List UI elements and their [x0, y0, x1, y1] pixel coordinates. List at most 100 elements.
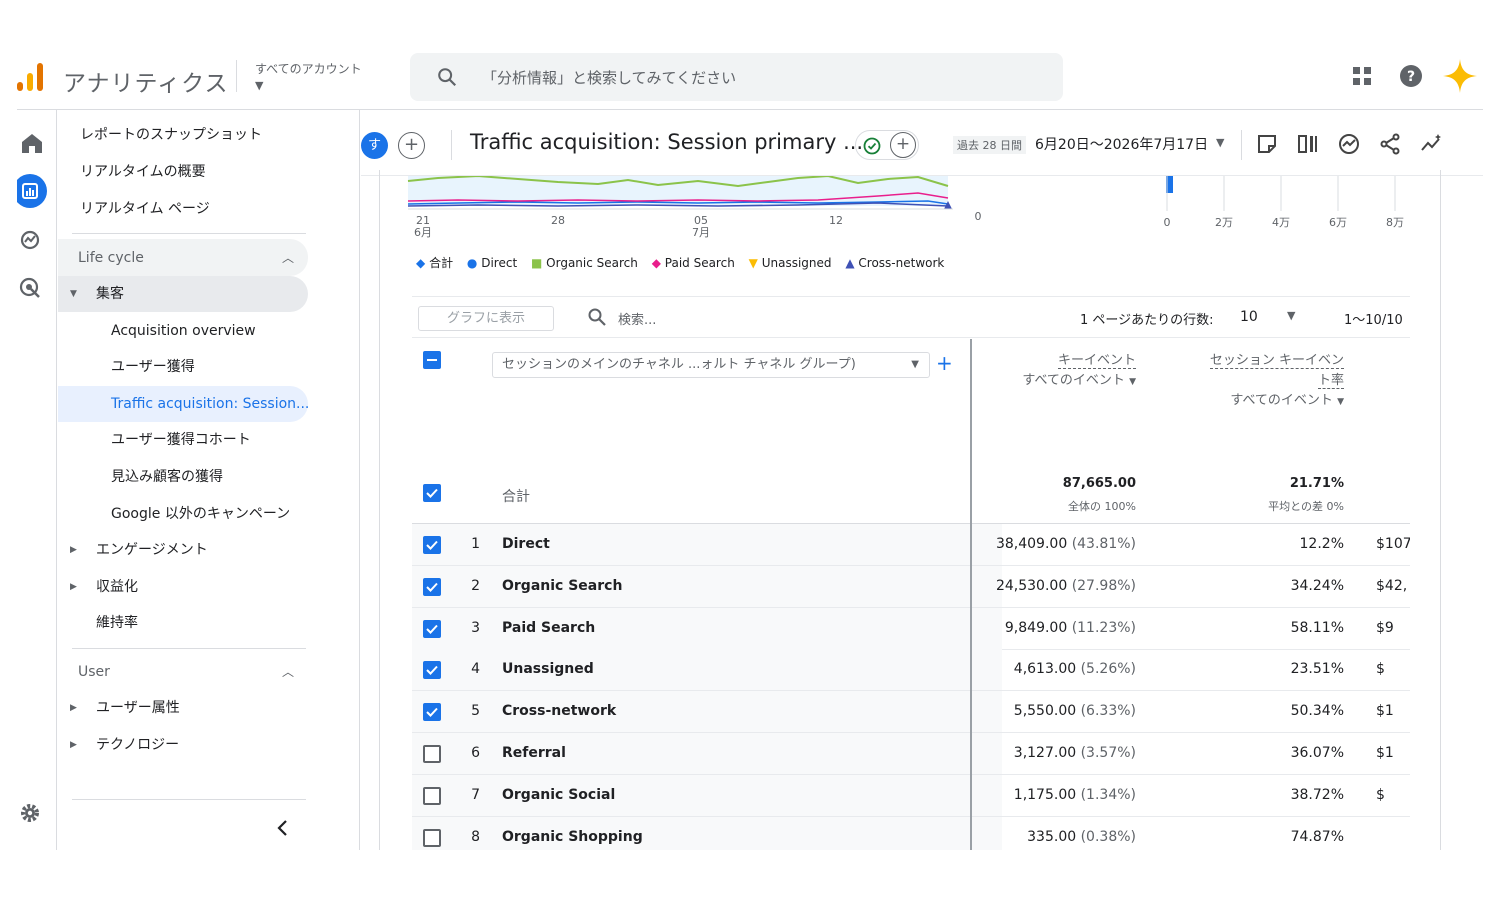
nav-lead-acquisition[interactable]: 見込み顧客の獲得 — [58, 460, 308, 494]
note-icon[interactable] — [1255, 132, 1279, 156]
global-search[interactable]: 「分析情報」と検索してみてください — [410, 53, 1063, 101]
left-rail — [17, 110, 57, 850]
collapse-chevron-left-icon[interactable] — [273, 818, 293, 838]
reports-icon[interactable] — [17, 176, 45, 206]
check-circle-icon[interactable] — [863, 137, 881, 155]
table-row[interactable]: 6 Referral 3,127.00 (3.57%) 36.07% $1 — [412, 733, 1410, 775]
apps-grid-icon[interactable] — [1350, 64, 1374, 88]
total-checkbox[interactable] — [423, 484, 441, 502]
report-status-pill: + — [855, 130, 919, 160]
total-rate-diff: 平均との差 0% — [1268, 500, 1344, 513]
row-index: 5 — [471, 703, 480, 720]
legend-marker-icon: ■ — [530, 256, 543, 270]
nav-retention[interactable]: 維持率 — [58, 606, 308, 640]
row-checkbox[interactable] — [423, 577, 441, 596]
legend-label: Cross-network — [858, 256, 945, 270]
column-header-key-events[interactable]: キーイベント すべてのイベント ▼ — [1022, 351, 1136, 392]
section-user[interactable]: User ︿ — [58, 654, 308, 690]
legend-marker-icon: ▲ — [845, 256, 855, 270]
total-rate: 21.71% — [1289, 476, 1344, 491]
row-checkbox[interactable] — [423, 828, 441, 847]
nav-technology[interactable]: ▶ テクノロジー — [58, 728, 308, 762]
row-checkbox[interactable] — [423, 536, 441, 554]
nav-non-google-campaigns[interactable]: Google 以外のキャンペーン — [58, 497, 308, 531]
plot-rows-button[interactable]: グラフに表示 — [418, 306, 554, 331]
caret-down-icon[interactable]: ▼ — [1216, 136, 1224, 149]
pagination-label: 1〜10/10 — [1344, 313, 1403, 328]
row-key-events-share: (6.33%) — [1080, 703, 1136, 720]
analytics-logo[interactable] — [17, 62, 43, 92]
table-row[interactable]: 2 Organic Search 24,530.00 (27.98%) 34.24% $… — [412, 565, 1410, 608]
page-title: Traffic acquisition: Session primary ... — [470, 130, 864, 154]
advertising-icon[interactable] — [17, 273, 45, 303]
search-icon — [588, 308, 606, 326]
legend-label: Direct — [481, 256, 518, 270]
check-icon — [426, 666, 438, 676]
table-search-input[interactable]: 検索... — [618, 309, 656, 328]
row-checkbox[interactable] — [423, 661, 441, 680]
share-icon[interactable] — [1378, 132, 1402, 156]
avatar[interactable]: す — [361, 132, 388, 159]
table-row[interactable]: 5 Cross-network 5,550.00 (6.33%) 50.34% $1 — [412, 691, 1410, 734]
bar-x-tick: 6万 — [1329, 216, 1347, 229]
nav-realtime-pages[interactable]: リアルタイム ページ — [58, 192, 308, 226]
nav-traffic-acquisition[interactable]: Traffic acquisition: Session... — [58, 387, 308, 421]
caret-down-icon[interactable]: ▼ — [1287, 309, 1295, 322]
row-index: 7 — [471, 786, 480, 803]
explore-icon[interactable] — [17, 225, 45, 255]
settings-gear-icon[interactable] — [17, 798, 45, 828]
rows-per-page-select[interactable]: 10 — [1240, 309, 1258, 325]
section-lifecycle[interactable]: Life cycle ︿ — [58, 240, 308, 276]
row-key-events-value: 5,550.00 — [1013, 703, 1077, 720]
legend-item-direct[interactable]: ● Direct — [467, 256, 517, 270]
legend-item-total[interactable]: ◆ 合計 — [416, 256, 453, 270]
row-key-event-rate: 50.34% — [1290, 703, 1344, 720]
nav-user-attributes[interactable]: ▶ ユーザー属性 — [58, 691, 308, 725]
row-checkbox[interactable] — [423, 619, 441, 638]
nav-acquisition[interactable]: ▼ 集客 — [58, 277, 308, 311]
table-row[interactable]: 8 Organic Shopping 335.00 (0.38%) 74.87% — [412, 816, 1410, 850]
x-tick-month: 6月 — [414, 226, 432, 239]
select-all-checkbox[interactable] — [423, 351, 441, 369]
row-checkbox[interactable] — [423, 703, 441, 722]
table-row[interactable]: 4 Unassigned 4,613.00 (5.26%) 23.51% $ — [412, 649, 1410, 692]
add-dimension-button[interactable]: + — [936, 351, 953, 375]
divider — [1241, 130, 1242, 160]
row-revenue: $9 — [1376, 619, 1394, 636]
rows-per-page-label: 1 ページあたりの行数: — [1080, 313, 1214, 328]
insights-icon[interactable] — [1337, 132, 1361, 156]
caret-right-icon: ▶ — [70, 582, 77, 592]
nav-monetization[interactable]: ▶ 収益化 — [58, 570, 308, 604]
nav-acquisition-overview[interactable]: Acquisition overview — [58, 314, 308, 348]
row-checkbox[interactable] — [423, 745, 441, 763]
table-row[interactable]: 1 Direct 38,409.00 (43.81%) 12.2% $107, — [412, 524, 1410, 566]
home-icon[interactable] — [17, 128, 47, 158]
nav-engagement[interactable]: ▶ エンゲージメント — [58, 533, 308, 567]
row-checkbox[interactable] — [423, 786, 441, 805]
row-key-events-value: 24,530.00 — [995, 577, 1068, 594]
trend-sparkle-icon[interactable] — [1419, 132, 1443, 156]
dimension-selector[interactable]: セッションのメインのチャネル ...ォルト チャネル グループ) ▼ — [492, 352, 930, 378]
compare-columns-icon[interactable] — [1296, 132, 1320, 156]
add-filter-button[interactable]: + — [890, 132, 916, 158]
column-header-session-key-event-rate[interactable]: セッション キーイベン ト率 すべてのイベント ▼ — [1209, 351, 1344, 412]
legend-item-cross-network[interactable]: ▲ Cross-network — [845, 256, 944, 270]
report-header: す + Traffic acquisition: Session primary… — [361, 110, 1483, 176]
legend-item-organic-search[interactable]: ■ Organic Search — [531, 256, 638, 270]
table-row[interactable]: 7 Organic Social 1,175.00 (1.34%) 38.72% $ — [412, 774, 1410, 817]
row-key-event-rate: 12.2% — [1299, 536, 1344, 552]
table-row[interactable]: 3 Paid Search 9,849.00 (11.23%) 58.11% $9 — [412, 607, 1410, 650]
nav-realtime-overview[interactable]: リアルタイムの概要 — [58, 155, 308, 189]
nav-reports-snapshot[interactable]: レポートのスナップショット — [58, 118, 308, 152]
gemini-spark-icon[interactable] — [1442, 58, 1478, 94]
help-icon[interactable]: ? — [1399, 64, 1423, 88]
row-key-events-share: (43.81%) — [1071, 536, 1136, 552]
nav-user-acquisition[interactable]: ユーザー獲得 — [58, 350, 308, 384]
row-key-events-value: 4,613.00 — [1013, 661, 1077, 678]
legend-item-unassigned[interactable]: ▼ Unassigned — [749, 256, 832, 270]
date-range-selector[interactable]: 6月20日〜2026年7月17日 — [1035, 134, 1208, 154]
legend-item-paid-search[interactable]: ◆ Paid Search — [652, 256, 735, 270]
nav-user-acquisition-cohort[interactable]: ユーザー獲得コホート — [58, 423, 308, 457]
add-comparison-button[interactable]: + — [398, 132, 425, 159]
account-selector[interactable]: すべてのアカウント ▼ — [255, 60, 362, 92]
